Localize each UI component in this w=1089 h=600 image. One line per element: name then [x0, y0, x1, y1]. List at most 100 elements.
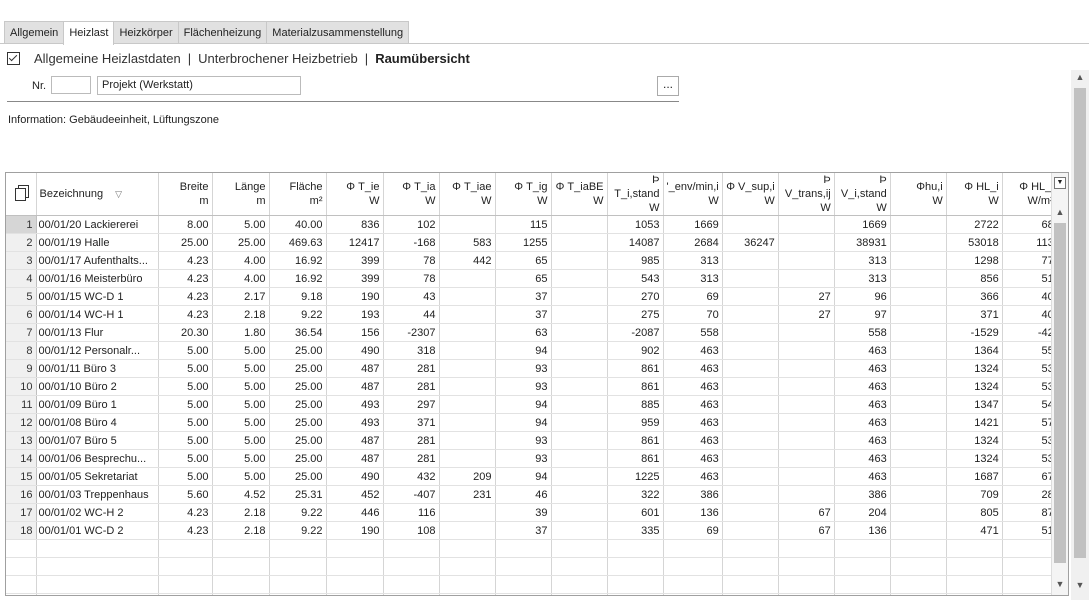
table-cell[interactable]: 25.00 — [269, 395, 327, 414]
table-cell[interactable]: 490 — [326, 467, 384, 486]
table-cell[interactable]: 94 — [495, 467, 552, 486]
table-cell[interactable]: 313 — [663, 251, 723, 270]
table-cell[interactable] — [722, 251, 779, 270]
table-cell[interactable]: 102 — [383, 215, 440, 234]
table-cell[interactable]: 93 — [495, 377, 552, 396]
table-cell[interactable]: 386 — [663, 485, 723, 504]
table-cell[interactable]: 463 — [663, 413, 723, 432]
table-cell[interactable]: 36247 — [722, 233, 779, 252]
table-cell[interactable]: 37 — [495, 521, 552, 540]
table-cell[interactable]: 9.22 — [269, 503, 327, 522]
table-cell[interactable]: 65 — [495, 269, 552, 288]
table-cell[interactable]: 87 — [1002, 503, 1058, 522]
scroll-up-icon[interactable]: ▲ — [1075, 72, 1085, 84]
table-cell[interactable]: 5.00 — [212, 359, 270, 378]
table-cell[interactable]: 1298 — [946, 251, 1003, 270]
table-cell[interactable]: 463 — [663, 449, 723, 468]
table-cell[interactable]: 543 — [607, 269, 664, 288]
table-cell[interactable] — [890, 323, 947, 342]
table-cell[interactable]: 2.18 — [212, 503, 270, 522]
table-cell[interactable] — [722, 377, 779, 396]
table-cell[interactable]: 5.00 — [212, 395, 270, 414]
table-cell[interactable]: 4.23 — [158, 269, 213, 288]
table-cell[interactable] — [722, 521, 779, 540]
table-cell[interactable]: 1669 — [834, 215, 891, 234]
table-cell[interactable]: 861 — [607, 431, 664, 450]
table-cell[interactable]: 5.00 — [212, 413, 270, 432]
table-cell[interactable]: 583 — [439, 233, 496, 252]
table-cell[interactable]: 9.18 — [269, 287, 327, 306]
table-cell[interactable]: 487 — [326, 431, 384, 450]
table-cell[interactable]: -1529 — [946, 323, 1003, 342]
table-cell[interactable]: 463 — [663, 395, 723, 414]
table-cell[interactable] — [551, 521, 608, 540]
table-cell[interactable]: 4.23 — [158, 503, 213, 522]
table-cell[interactable]: 16.92 — [269, 251, 327, 270]
table-row[interactable]: 15 00/01/05 Sekretariat 5.00 5.00 25.00 490 43… — [6, 467, 1058, 486]
table-cell[interactable] — [722, 305, 779, 324]
room-name-cell[interactable]: 00/01/14 WC-H 1 — [36, 305, 159, 324]
table-cell[interactable]: 5.00 — [158, 431, 213, 450]
table-cell[interactable] — [551, 305, 608, 324]
table-cell[interactable]: 902 — [607, 341, 664, 360]
table-cell[interactable] — [890, 431, 947, 450]
table-cell[interactable]: 371 — [383, 413, 440, 432]
table-cell[interactable]: -2307 — [383, 323, 440, 342]
column-header[interactable]: Φ T_iaBE W — [551, 173, 608, 216]
table-cell[interactable]: 1669 — [663, 215, 723, 234]
scroll-down-icon[interactable]: ▼ — [1075, 580, 1085, 592]
grid-scroll-thumb[interactable] — [1054, 223, 1066, 563]
table-cell[interactable]: -407 — [383, 485, 440, 504]
table-cell[interactable] — [722, 431, 779, 450]
table-cell[interactable]: 1324 — [946, 359, 1003, 378]
table-cell[interactable] — [722, 449, 779, 468]
table-cell[interactable]: 452 — [326, 485, 384, 504]
column-header[interactable]: Φhu,i W — [890, 173, 947, 216]
table-cell[interactable]: 55 — [1002, 341, 1058, 360]
table-cell[interactable]: 8.00 — [158, 215, 213, 234]
table-cell[interactable] — [439, 287, 496, 306]
table-cell[interactable] — [890, 413, 947, 432]
table-cell[interactable]: 463 — [834, 467, 891, 486]
table-row[interactable]: 9 00/01/11 Büro 3 5.00 5.00 25.00 487 281 93 861… — [6, 359, 1058, 378]
table-cell[interactable] — [551, 503, 608, 522]
table-cell[interactable]: 231 — [439, 485, 496, 504]
table-cell[interactable]: 1324 — [946, 377, 1003, 396]
table-cell[interactable]: 46 — [495, 485, 552, 504]
room-name-cell[interactable]: 00/01/12 Personalr... — [36, 341, 159, 360]
table-cell[interactable]: 9.22 — [269, 305, 327, 324]
table-cell[interactable]: 5.00 — [212, 467, 270, 486]
table-cell[interactable]: 4.00 — [212, 269, 270, 288]
table-cell[interactable]: 25.00 — [269, 377, 327, 396]
table-cell[interactable] — [890, 485, 947, 504]
table-cell[interactable]: 313 — [663, 269, 723, 288]
tab-heizkoerper[interactable]: Heizkörper — [113, 21, 179, 43]
table-cell[interactable] — [551, 233, 608, 252]
table-cell[interactable]: 1687 — [946, 467, 1003, 486]
table-row[interactable]: 8 00/01/12 Personalr... 5.00 5.00 25.00 490 31… — [6, 341, 1058, 360]
table-cell[interactable] — [890, 269, 947, 288]
table-cell[interactable]: 558 — [834, 323, 891, 342]
table-cell[interactable]: 432 — [383, 467, 440, 486]
table-cell[interactable]: 493 — [326, 413, 384, 432]
table-cell[interactable]: 9.22 — [269, 521, 327, 540]
room-name-cell[interactable]: 00/01/09 Büro 1 — [36, 395, 159, 414]
table-cell[interactable]: 805 — [946, 503, 1003, 522]
column-header[interactable]: Länge m — [212, 173, 270, 216]
table-cell[interactable] — [890, 521, 947, 540]
table-cell[interactable] — [890, 215, 947, 234]
table-cell[interactable] — [890, 341, 947, 360]
table-cell[interactable]: 5.00 — [212, 377, 270, 396]
table-cell[interactable]: 40 — [1002, 305, 1058, 324]
table-cell[interactable] — [890, 251, 947, 270]
grid-scrollbar[interactable]: ▼ ▲ ▼ — [1051, 173, 1068, 595]
table-cell[interactable]: 97 — [834, 305, 891, 324]
table-cell[interactable] — [439, 305, 496, 324]
table-cell[interactable]: 4.23 — [158, 251, 213, 270]
table-cell[interactable]: 463 — [834, 341, 891, 360]
table-cell[interactable]: 193 — [326, 305, 384, 324]
table-cell[interactable] — [890, 233, 947, 252]
table-cell[interactable] — [778, 341, 835, 360]
table-cell[interactable]: 4.23 — [158, 305, 213, 324]
table-cell[interactable] — [778, 431, 835, 450]
